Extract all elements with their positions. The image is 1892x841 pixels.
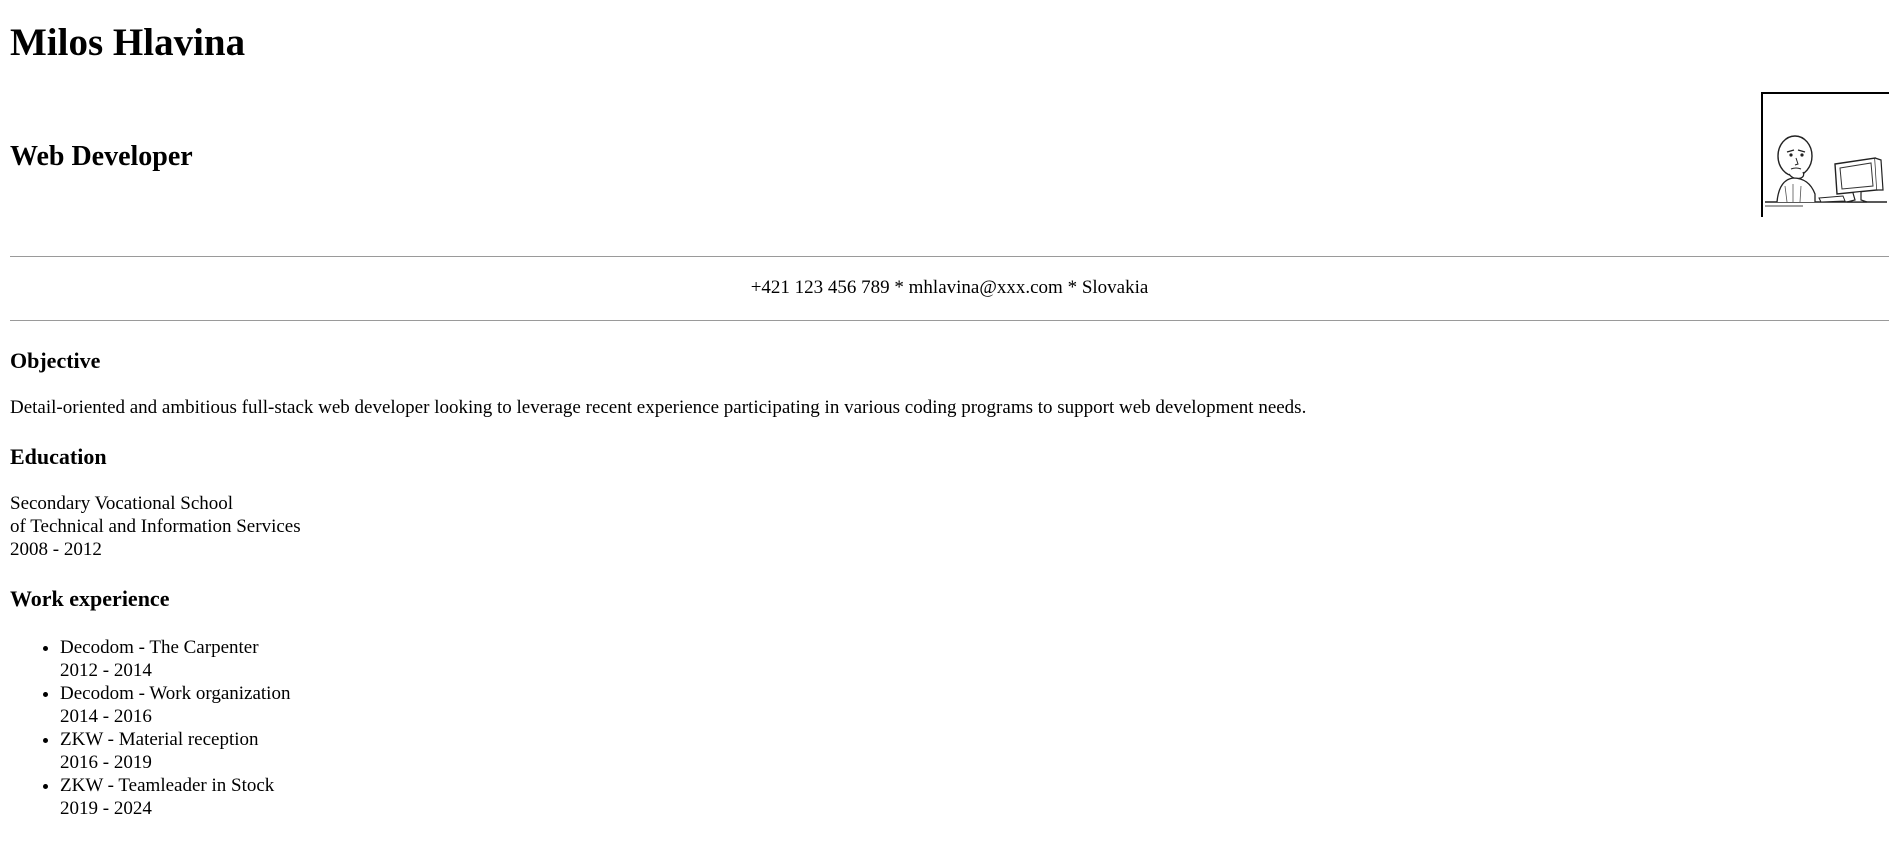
contact-info: +421 123 456 789 * mhlavina@xxx.com * Sl… [750, 277, 1149, 298]
top-divider [10, 256, 1889, 257]
work-years: 2014 - 2016 [60, 706, 152, 727]
work-item: Decodom - The Carpenter 2012 - 2014 [60, 636, 290, 682]
education-years: 2008 - 2012 [10, 539, 102, 560]
work-heading: Work experience [10, 586, 170, 611]
objective-heading: Objective [10, 348, 101, 373]
work-years: 2012 - 2014 [60, 660, 152, 681]
education-school: Secondary Vocational School [10, 493, 234, 514]
education-heading: Education [10, 444, 107, 469]
objective-text: Detail-oriented and ambitious full-stack… [10, 397, 1307, 418]
profile-photo [1761, 92, 1889, 217]
work-item: Decodom - Work organization 2014 - 2016 [60, 682, 290, 728]
work-role: Decodom - Work organization [60, 683, 291, 704]
person-name: Milos Hlavina [10, 21, 246, 64]
work-role: ZKW - Material reception [60, 729, 259, 750]
job-title: Web Developer [10, 141, 193, 172]
education-school-detail: of Technical and Information Services [10, 516, 301, 537]
computer-guy-meme-icon [1765, 135, 1887, 207]
work-list: Decodom - The Carpenter 2012 - 2014 Deco… [10, 636, 290, 820]
work-role: ZKW - Teamleader in Stock [60, 775, 275, 796]
bottom-divider [10, 320, 1889, 321]
work-role: Decodom - The Carpenter [60, 637, 259, 658]
work-item: ZKW - Material reception 2016 - 2019 [60, 728, 290, 774]
work-years: 2016 - 2019 [60, 752, 152, 773]
education-block: Secondary Vocational School of Technical… [10, 492, 301, 561]
work-item: ZKW - Teamleader in Stock 2019 - 2024 [60, 774, 290, 820]
work-years: 2019 - 2024 [60, 798, 152, 819]
